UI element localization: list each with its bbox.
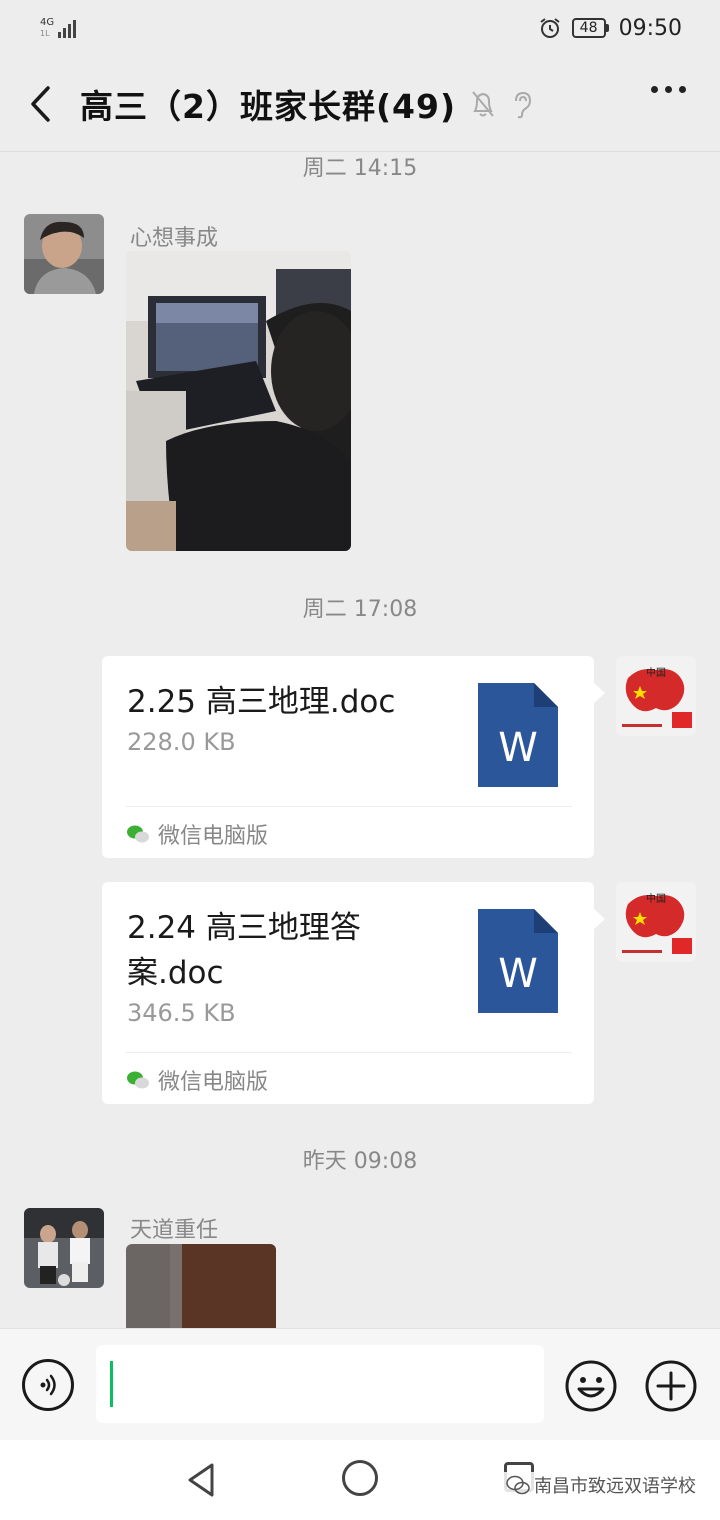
back-button[interactable] xyxy=(0,56,80,152)
file-name: 2.24 高三地理答案.doc xyxy=(127,910,361,991)
network-type: 4G xyxy=(40,17,55,28)
wechat-icon xyxy=(127,1071,149,1089)
source-label: 微信电脑版 xyxy=(158,824,269,849)
sender-name: 心想事成 xyxy=(130,226,219,251)
nav-back-icon[interactable] xyxy=(186,1462,216,1498)
timestamp: 周二 17:08 xyxy=(302,597,418,622)
avatar[interactable] xyxy=(24,214,104,294)
card-source: 微信电脑版 xyxy=(126,818,268,850)
timestamp: 周二 14:15 xyxy=(302,156,418,181)
network-status: 4G 1L xyxy=(40,17,77,39)
emoji-button[interactable] xyxy=(564,1359,618,1413)
watermark-text: 南昌市致远双语学校 xyxy=(534,1476,696,1497)
my-avatar[interactable]: 中国 xyxy=(616,882,696,962)
card-source: 微信电脑版 xyxy=(126,1064,268,1096)
system-nav-bar: 南昌市致远双语学校 xyxy=(0,1440,720,1520)
wechat-icon xyxy=(127,825,149,843)
image-message[interactable] xyxy=(126,1244,276,1328)
chat-header: 高三（2）班家长群(49) xyxy=(0,56,720,152)
file-message[interactable]: 2.24 高三地理答案.doc 346.5 KB W 微信电脑版 xyxy=(102,882,605,1104)
more-options-button[interactable] xyxy=(651,86,686,93)
sender-name: 天道重任 xyxy=(130,1218,219,1243)
svg-text:W: W xyxy=(498,725,538,771)
my-avatar[interactable]: 中国 xyxy=(616,656,696,736)
file-size: 346.5 KB xyxy=(127,999,236,1027)
earpiece-icon xyxy=(515,91,532,118)
file-name: 2.25 高三地理.doc xyxy=(127,684,396,720)
clock: 09:50 xyxy=(618,15,682,41)
signal-icon xyxy=(58,18,77,38)
battery-icon: 48 xyxy=(571,18,609,38)
source-label: 微信电脑版 xyxy=(158,1070,269,1095)
wechat-logo-icon xyxy=(506,1475,530,1495)
voice-icon xyxy=(40,1374,56,1396)
avatar[interactable] xyxy=(24,1208,104,1288)
svg-text:中国: 中国 xyxy=(646,892,666,905)
input-bar xyxy=(0,1328,720,1440)
svg-text:中国: 中国 xyxy=(646,666,666,679)
message-input[interactable] xyxy=(96,1345,544,1423)
nav-home-icon[interactable] xyxy=(342,1460,378,1496)
alarm-icon xyxy=(539,18,560,38)
chevron-left-icon xyxy=(31,85,50,122)
word-doc-icon: W xyxy=(478,909,558,1013)
status-bar: 4G 1L 48 09:50 xyxy=(0,0,720,56)
file-message[interactable]: 2.25 高三地理.doc 228.0 KB W 微信电脑版 xyxy=(102,656,605,858)
mute-bell-icon xyxy=(472,90,494,117)
voice-input-button[interactable] xyxy=(22,1359,74,1411)
watermark: 南昌市致远双语学校 xyxy=(502,1472,700,1498)
file-size: 228.0 KB xyxy=(127,728,236,756)
text-caret xyxy=(110,1361,113,1407)
timestamp: 昨天 09:08 xyxy=(302,1149,418,1174)
chat-title: 高三（2）班家长群(49) xyxy=(80,86,457,126)
network-sub: 1L xyxy=(40,29,50,38)
svg-text:W: W xyxy=(498,951,538,997)
image-message[interactable] xyxy=(126,251,351,551)
more-functions-button[interactable] xyxy=(644,1359,698,1413)
battery-level: 48 xyxy=(571,18,606,38)
word-doc-icon: W xyxy=(478,683,558,787)
